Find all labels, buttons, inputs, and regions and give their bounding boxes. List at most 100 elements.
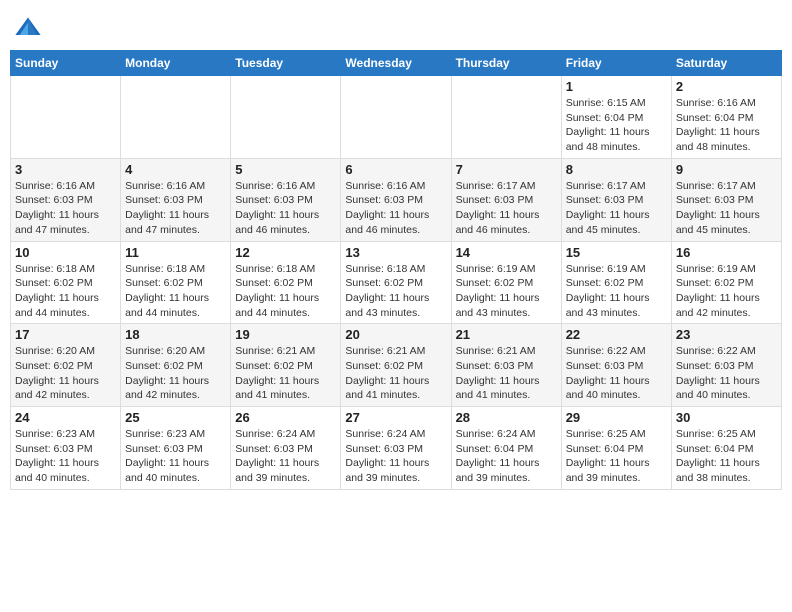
- day-info: Sunrise: 6:25 AMSunset: 6:04 PMDaylight:…: [566, 427, 667, 486]
- calendar-cell: 25 Sunrise: 6:23 AMSunset: 6:03 PMDayligh…: [121, 407, 231, 490]
- day-info: Sunrise: 6:16 AMSunset: 6:03 PMDaylight:…: [15, 179, 116, 238]
- day-info: Sunrise: 6:22 AMSunset: 6:03 PMDaylight:…: [566, 344, 667, 403]
- calendar-cell: 3 Sunrise: 6:16 AMSunset: 6:03 PMDaylight…: [11, 158, 121, 241]
- calendar-cell: 8 Sunrise: 6:17 AMSunset: 6:03 PMDaylight…: [561, 158, 671, 241]
- day-number: 16: [676, 245, 777, 260]
- calendar-cell: [341, 76, 451, 159]
- calendar-cell: 10 Sunrise: 6:18 AMSunset: 6:02 PMDayligh…: [11, 241, 121, 324]
- calendar-cell: 11Sunrise: 6:18 AMSunset: 6:02 PMDayligh…: [121, 241, 231, 324]
- day-number: 14: [456, 245, 557, 260]
- day-info: Sunrise: 6:19 AMSunset: 6:02 PMDaylight:…: [676, 262, 777, 321]
- calendar-cell: 21 Sunrise: 6:21 AMSunset: 6:03 PMDayligh…: [451, 324, 561, 407]
- calendar-cell: 22 Sunrise: 6:22 AMSunset: 6:03 PMDayligh…: [561, 324, 671, 407]
- day-number: 24: [15, 410, 116, 425]
- day-number: 7: [456, 162, 557, 177]
- day-info: Sunrise: 6:19 AMSunset: 6:02 PMDaylight:…: [456, 262, 557, 321]
- day-number: 19: [235, 327, 336, 342]
- day-info: Sunrise: 6:20 AMSunset: 6:02 PMDaylight:…: [15, 344, 116, 403]
- day-number: 5: [235, 162, 336, 177]
- calendar-cell: 24 Sunrise: 6:23 AMSunset: 6:03 PMDayligh…: [11, 407, 121, 490]
- calendar-header-friday: Friday: [561, 51, 671, 76]
- day-info: Sunrise: 6:17 AMSunset: 6:03 PMDaylight:…: [676, 179, 777, 238]
- day-info: Sunrise: 6:21 AMSunset: 6:03 PMDaylight:…: [456, 344, 557, 403]
- calendar-cell: [451, 76, 561, 159]
- day-number: 20: [345, 327, 446, 342]
- calendar-header-tuesday: Tuesday: [231, 51, 341, 76]
- day-info: Sunrise: 6:19 AMSunset: 6:02 PMDaylight:…: [566, 262, 667, 321]
- calendar-cell: 19 Sunrise: 6:21 AMSunset: 6:02 PMDayligh…: [231, 324, 341, 407]
- day-info: Sunrise: 6:18 AMSunset: 6:02 PMDaylight:…: [15, 262, 116, 321]
- day-number: 11: [125, 245, 226, 260]
- day-info: Sunrise: 6:16 AMSunset: 6:03 PMDaylight:…: [125, 179, 226, 238]
- calendar-cell: 4 Sunrise: 6:16 AMSunset: 6:03 PMDaylight…: [121, 158, 231, 241]
- day-info: Sunrise: 6:15 AMSunset: 6:04 PMDaylight:…: [566, 96, 667, 155]
- day-number: 9: [676, 162, 777, 177]
- calendar-week-row: 10 Sunrise: 6:18 AMSunset: 6:02 PMDayligh…: [11, 241, 782, 324]
- logo-icon: [14, 14, 42, 42]
- day-number: 2: [676, 79, 777, 94]
- day-info: Sunrise: 6:24 AMSunset: 6:04 PMDaylight:…: [456, 427, 557, 486]
- day-info: Sunrise: 6:24 AMSunset: 6:03 PMDaylight:…: [345, 427, 446, 486]
- day-number: 18: [125, 327, 226, 342]
- calendar-cell: 16 Sunrise: 6:19 AMSunset: 6:02 PMDayligh…: [671, 241, 781, 324]
- calendar-header-thursday: Thursday: [451, 51, 561, 76]
- day-info: Sunrise: 6:20 AMSunset: 6:02 PMDaylight:…: [125, 344, 226, 403]
- day-number: 29: [566, 410, 667, 425]
- calendar: SundayMondayTuesdayWednesdayThursdayFrid…: [10, 50, 782, 490]
- calendar-cell: 5 Sunrise: 6:16 AMSunset: 6:03 PMDaylight…: [231, 158, 341, 241]
- day-number: 21: [456, 327, 557, 342]
- page-header: [10, 10, 782, 42]
- day-info: Sunrise: 6:25 AMSunset: 6:04 PMDaylight:…: [676, 427, 777, 486]
- calendar-cell: 2Sunrise: 6:16 AMSunset: 6:04 PMDaylight…: [671, 76, 781, 159]
- calendar-cell: 17 Sunrise: 6:20 AMSunset: 6:02 PMDayligh…: [11, 324, 121, 407]
- calendar-cell: [231, 76, 341, 159]
- calendar-header-monday: Monday: [121, 51, 231, 76]
- calendar-cell: [11, 76, 121, 159]
- calendar-week-row: 1 Sunrise: 6:15 AMSunset: 6:04 PMDaylight…: [11, 76, 782, 159]
- calendar-header-row: SundayMondayTuesdayWednesdayThursdayFrid…: [11, 51, 782, 76]
- calendar-cell: 7 Sunrise: 6:17 AMSunset: 6:03 PMDaylight…: [451, 158, 561, 241]
- day-number: 26: [235, 410, 336, 425]
- logo: [14, 14, 46, 42]
- day-info: Sunrise: 6:17 AMSunset: 6:03 PMDaylight:…: [456, 179, 557, 238]
- day-number: 8: [566, 162, 667, 177]
- day-info: Sunrise: 6:21 AMSunset: 6:02 PMDaylight:…: [235, 344, 336, 403]
- day-info: Sunrise: 6:18 AMSunset: 6:02 PMDaylight:…: [345, 262, 446, 321]
- calendar-cell: 18 Sunrise: 6:20 AMSunset: 6:02 PMDayligh…: [121, 324, 231, 407]
- day-number: 22: [566, 327, 667, 342]
- day-number: 1: [566, 79, 667, 94]
- day-info: Sunrise: 6:18 AMSunset: 6:02 PMDaylight:…: [235, 262, 336, 321]
- calendar-cell: 15Sunrise: 6:19 AMSunset: 6:02 PMDayligh…: [561, 241, 671, 324]
- calendar-week-row: 24 Sunrise: 6:23 AMSunset: 6:03 PMDayligh…: [11, 407, 782, 490]
- calendar-week-row: 17 Sunrise: 6:20 AMSunset: 6:02 PMDayligh…: [11, 324, 782, 407]
- day-info: Sunrise: 6:16 AMSunset: 6:03 PMDaylight:…: [235, 179, 336, 238]
- day-number: 4: [125, 162, 226, 177]
- day-number: 28: [456, 410, 557, 425]
- day-number: 13: [345, 245, 446, 260]
- day-number: 30: [676, 410, 777, 425]
- day-info: Sunrise: 6:21 AMSunset: 6:02 PMDaylight:…: [345, 344, 446, 403]
- calendar-cell: 28 Sunrise: 6:24 AMSunset: 6:04 PMDayligh…: [451, 407, 561, 490]
- day-number: 17: [15, 327, 116, 342]
- day-info: Sunrise: 6:17 AMSunset: 6:03 PMDaylight:…: [566, 179, 667, 238]
- day-number: 25: [125, 410, 226, 425]
- day-number: 27: [345, 410, 446, 425]
- day-number: 10: [15, 245, 116, 260]
- calendar-header-wednesday: Wednesday: [341, 51, 451, 76]
- day-info: Sunrise: 6:16 AMSunset: 6:03 PMDaylight:…: [345, 179, 446, 238]
- day-number: 23: [676, 327, 777, 342]
- day-number: 3: [15, 162, 116, 177]
- calendar-cell: 23 Sunrise: 6:22 AMSunset: 6:03 PMDayligh…: [671, 324, 781, 407]
- day-info: Sunrise: 6:23 AMSunset: 6:03 PMDaylight:…: [125, 427, 226, 486]
- calendar-header-saturday: Saturday: [671, 51, 781, 76]
- day-info: Sunrise: 6:23 AMSunset: 6:03 PMDaylight:…: [15, 427, 116, 486]
- day-info: Sunrise: 6:24 AMSunset: 6:03 PMDaylight:…: [235, 427, 336, 486]
- calendar-cell: 13 Sunrise: 6:18 AMSunset: 6:02 PMDayligh…: [341, 241, 451, 324]
- calendar-cell: 12Sunrise: 6:18 AMSunset: 6:02 PMDayligh…: [231, 241, 341, 324]
- calendar-cell: [121, 76, 231, 159]
- calendar-week-row: 3 Sunrise: 6:16 AMSunset: 6:03 PMDaylight…: [11, 158, 782, 241]
- day-info: Sunrise: 6:22 AMSunset: 6:03 PMDaylight:…: [676, 344, 777, 403]
- calendar-cell: 27 Sunrise: 6:24 AMSunset: 6:03 PMDayligh…: [341, 407, 451, 490]
- calendar-cell: 30 Sunrise: 6:25 AMSunset: 6:04 PMDayligh…: [671, 407, 781, 490]
- calendar-cell: 20 Sunrise: 6:21 AMSunset: 6:02 PMDayligh…: [341, 324, 451, 407]
